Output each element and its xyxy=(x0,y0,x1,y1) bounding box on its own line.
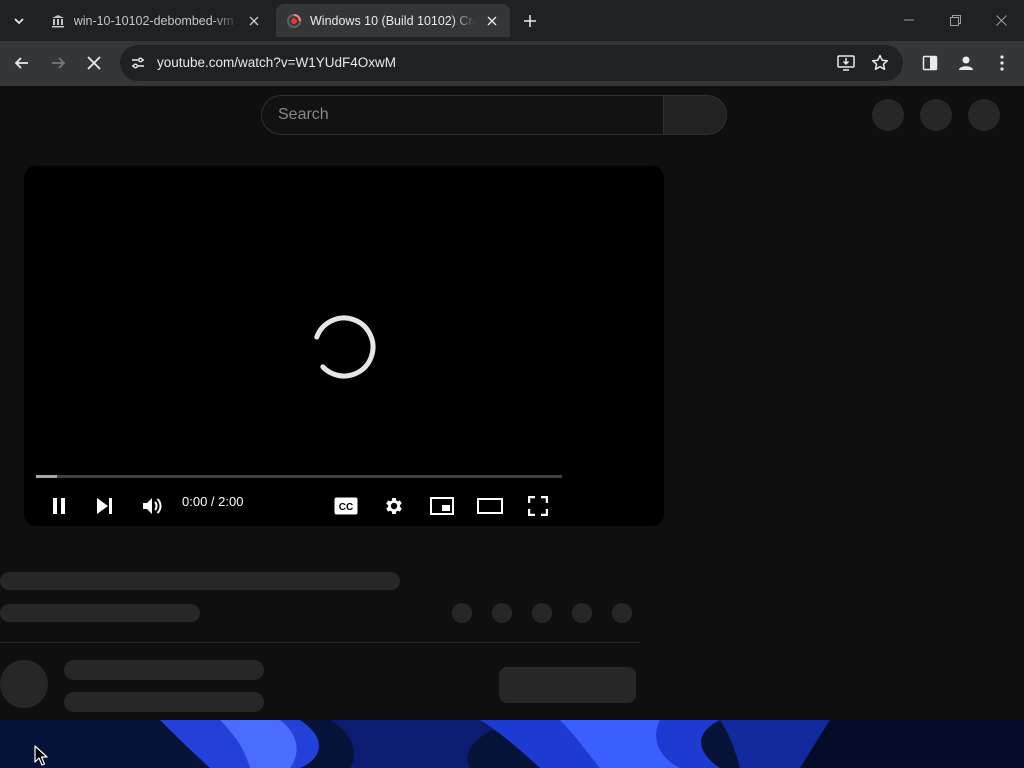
tab-title: win-10-10102-debombed-vm d xyxy=(73,13,239,28)
pause-icon xyxy=(53,498,65,514)
close-window-button[interactable] xyxy=(978,0,1024,40)
captions-button[interactable]: CC xyxy=(328,488,364,524)
pause-button[interactable] xyxy=(41,488,77,524)
miniplayer-icon xyxy=(430,497,454,515)
tab-strip: win-10-10102-debombed-vm d Windows 10 (B… xyxy=(0,0,1024,41)
fullscreen-icon xyxy=(528,496,548,516)
time-display: 0:00 / 2:00 xyxy=(182,494,244,509)
new-tab-button[interactable] xyxy=(518,9,542,33)
side-panel-button[interactable] xyxy=(916,49,944,77)
desktop-wallpaper xyxy=(0,720,1024,768)
archive-building-icon xyxy=(50,13,66,29)
search-placeholder: Search xyxy=(278,106,329,123)
close-icon xyxy=(87,56,101,70)
restore-button[interactable] xyxy=(932,0,978,40)
volume-button[interactable] xyxy=(135,488,171,524)
back-button[interactable] xyxy=(8,49,36,77)
action-skeleton xyxy=(532,603,552,623)
avatar-placeholder[interactable] xyxy=(968,99,1000,131)
action-skeleton xyxy=(612,603,632,623)
subtitle-skeleton xyxy=(0,604,200,622)
youtube-search-button[interactable] xyxy=(663,95,727,135)
fullscreen-button[interactable] xyxy=(520,488,556,524)
action-skeleton xyxy=(492,603,512,623)
arrow-right-icon xyxy=(52,57,66,69)
cc-label: CC xyxy=(339,502,353,513)
divider xyxy=(0,642,640,643)
miniplayer-button[interactable] xyxy=(424,488,460,524)
minimize-button[interactable] xyxy=(886,0,932,40)
tab-search-button[interactable] xyxy=(6,8,32,34)
close-tab-icon[interactable] xyxy=(246,13,262,29)
youtube-page: Search 0:00 / 2:00 CC xyxy=(0,86,1024,720)
mouse-cursor-icon xyxy=(34,745,48,766)
bookmark-star-icon[interactable] xyxy=(870,53,890,73)
notifications-button-placeholder[interactable] xyxy=(920,99,952,131)
next-button[interactable] xyxy=(87,488,123,524)
forward-button[interactable] xyxy=(44,49,72,77)
tab-archive[interactable]: win-10-10102-debombed-vm d xyxy=(40,4,272,37)
action-skeleton xyxy=(452,603,472,623)
title-skeleton xyxy=(0,572,400,590)
browser-toolbar: youtube.com/watch?v=W1YUdF4OxwM xyxy=(0,41,1024,86)
plus-icon xyxy=(524,15,536,27)
channel-avatar-skeleton xyxy=(0,660,48,708)
loading-spinner-icon xyxy=(312,315,376,379)
close-tab-icon[interactable] xyxy=(484,13,500,29)
install-app-icon[interactable] xyxy=(836,53,856,73)
subscribe-button-skeleton xyxy=(499,667,636,703)
menu-button[interactable] xyxy=(988,49,1016,77)
volume-icon xyxy=(143,498,162,514)
closed-captions-icon: CC xyxy=(334,497,358,515)
minimize-icon xyxy=(904,19,914,21)
action-skeleton xyxy=(572,603,592,623)
profile-icon xyxy=(959,56,973,70)
settings-button[interactable] xyxy=(376,488,412,524)
kebab-menu-icon xyxy=(1000,55,1004,71)
tab-youtube[interactable]: Windows 10 (Build 10102) Crazy xyxy=(276,4,510,37)
url-text: youtube.com/watch?v=W1YUdF4OxwM xyxy=(157,55,396,70)
create-button-placeholder[interactable] xyxy=(872,99,904,131)
theater-mode-button[interactable] xyxy=(472,488,508,524)
restore-icon xyxy=(949,14,961,26)
site-settings-icon[interactable] xyxy=(128,53,148,73)
youtube-search-input[interactable]: Search xyxy=(261,95,663,135)
youtube-loading-icon xyxy=(286,13,302,29)
close-icon xyxy=(995,14,1007,26)
stop-loading-button[interactable] xyxy=(80,49,108,77)
side-panel-icon xyxy=(922,55,938,71)
profile-button[interactable] xyxy=(952,49,980,77)
channel-subs-skeleton xyxy=(64,692,264,712)
tab-title: Windows 10 (Build 10102) Crazy xyxy=(310,13,477,28)
arrow-left-icon xyxy=(14,57,28,69)
chevron-down-icon xyxy=(14,18,24,25)
progress-played xyxy=(36,475,58,478)
video-player[interactable]: 0:00 / 2:00 CC xyxy=(24,166,664,526)
next-track-icon xyxy=(97,498,112,514)
theater-mode-icon xyxy=(477,498,503,514)
progress-bar[interactable] xyxy=(36,475,562,478)
channel-name-skeleton xyxy=(64,660,264,680)
gear-icon xyxy=(386,498,402,514)
address-bar[interactable]: youtube.com/watch?v=W1YUdF4OxwM xyxy=(120,45,903,81)
